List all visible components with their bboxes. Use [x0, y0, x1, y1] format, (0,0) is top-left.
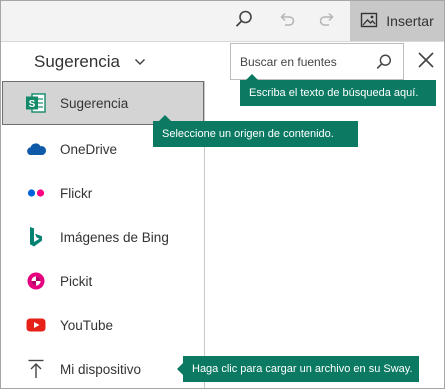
- menu-item-mi-dispositivo[interactable]: Mi dispositivo: [2, 347, 204, 388]
- onedrive-icon: [25, 138, 47, 160]
- menu-item-label: Pickit: [60, 273, 93, 289]
- menu-item-sugerencia[interactable]: S Sugerencia: [2, 81, 204, 125]
- content-source-dropdown[interactable]: Sugerencia: [1, 42, 204, 82]
- youtube-icon: [25, 314, 47, 336]
- search-icon[interactable]: [375, 53, 393, 71]
- toolbar-search-button[interactable]: [229, 1, 259, 41]
- tooltip-arrow: [159, 115, 171, 121]
- close-icon: [417, 51, 435, 74]
- chevron-down-icon: [134, 58, 146, 66]
- redo-icon: [318, 10, 336, 33]
- menu-item-label: Mi dispositivo: [60, 361, 142, 377]
- undo-icon: [278, 10, 296, 33]
- menu-item-pickit[interactable]: Pickit: [2, 259, 204, 303]
- upload-icon: [25, 358, 47, 380]
- pickit-icon: [25, 270, 47, 292]
- search-icon: [234, 9, 254, 34]
- insert-label: Insertar: [386, 13, 434, 29]
- tooltip-arrow: [177, 363, 183, 375]
- tooltip-text: Seleccione un origen de contenido.: [162, 128, 334, 140]
- close-button[interactable]: [409, 45, 443, 79]
- sway-suggestion-icon: S: [25, 92, 47, 114]
- tooltip-text: Escriba el texto de búsqueda aquí.: [249, 87, 419, 99]
- top-toolbar: Insertar: [1, 1, 444, 42]
- upload-tooltip: Haga clic para cargar un archivo en su S…: [177, 356, 419, 382]
- menu-item-bing[interactable]: Imágenes de Bing: [2, 215, 204, 259]
- image-icon: [360, 12, 378, 31]
- search-input[interactable]: [240, 46, 380, 77]
- svg-text:S: S: [29, 99, 36, 110]
- sway-insert-pane: Insertar Sugerencia S Sugerencia: [0, 0, 445, 389]
- menu-item-label: Imágenes de Bing: [60, 229, 169, 245]
- menu-item-flickr[interactable]: Flickr: [2, 171, 204, 215]
- bing-icon: [25, 226, 47, 248]
- tooltip-arrow: [246, 74, 258, 80]
- menu-item-label: OneDrive: [60, 141, 118, 157]
- menu-item-label: Sugerencia: [60, 95, 129, 111]
- menu-item-label: YouTube: [60, 317, 114, 333]
- redo-button[interactable]: [312, 1, 342, 41]
- search-tooltip: Escriba el texto de búsqueda aquí.: [240, 74, 436, 106]
- menu-item-youtube[interactable]: YouTube: [2, 303, 204, 347]
- source-tooltip: Seleccione un origen de contenido.: [153, 115, 358, 147]
- undo-button[interactable]: [272, 1, 302, 41]
- source-dropdown-value: Sugerencia: [34, 52, 121, 71]
- menu-item-label: Flickr: [60, 185, 93, 201]
- tooltip-text: Haga clic para cargar un archivo en su S…: [192, 363, 413, 375]
- flickr-icon: [25, 182, 47, 204]
- insert-button[interactable]: Insertar: [350, 1, 444, 41]
